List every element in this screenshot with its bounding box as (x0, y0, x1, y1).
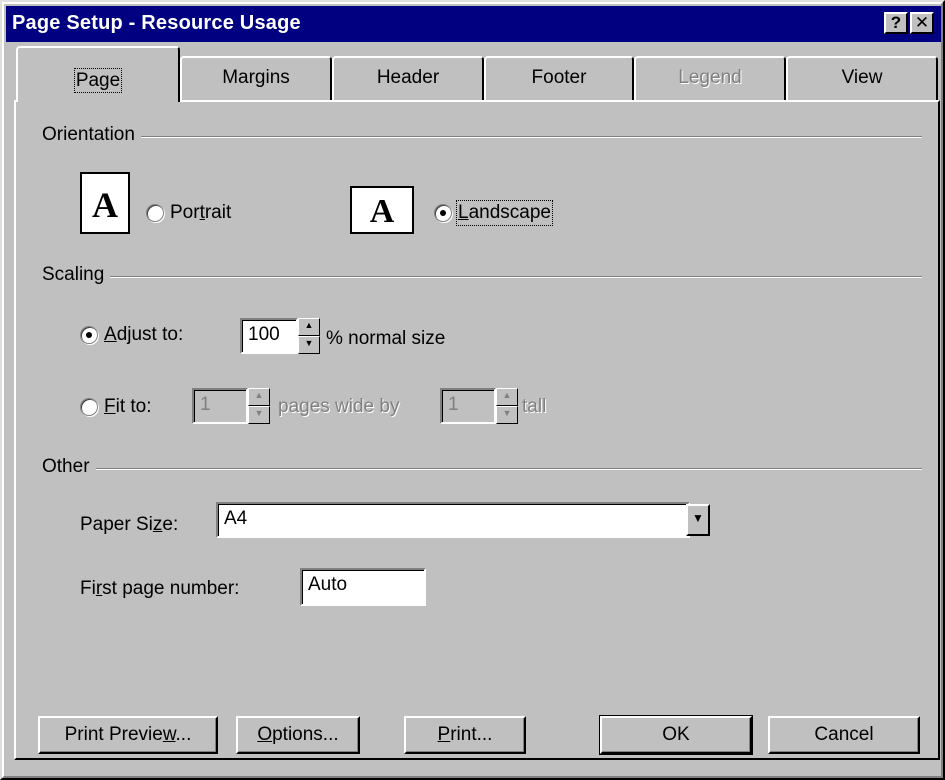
adjust-to-radio[interactable] (80, 326, 98, 344)
portrait-label-post: rait (204, 202, 232, 223)
first-page-label-pre: Fi (80, 578, 96, 599)
page-setup-dialog: Page Setup - Resource Usage ? ✕ Page Mar… (0, 0, 945, 780)
fit-label-accel: F (104, 396, 116, 417)
tab-footer[interactable]: Footer (484, 56, 634, 100)
spin-down-icon: ▼ (248, 406, 270, 424)
scaling-group-label: Scaling (42, 264, 111, 286)
ok-button[interactable]: OK (599, 715, 753, 755)
print-accel: P (437, 724, 451, 745)
first-page-label: First page number: (80, 578, 239, 600)
spin-up-icon[interactable]: ▲ (298, 318, 320, 336)
fit-wide-input: 1 (192, 388, 248, 424)
adjust-label-accel: A (104, 324, 117, 345)
portrait-icon-letter: A (92, 185, 118, 225)
adjust-to-label[interactable]: Adjust to: (104, 324, 183, 346)
adjust-percent-value: 100 (248, 324, 280, 345)
tab-legend: Legend (634, 56, 786, 100)
tab-legend-label: Legend (678, 67, 742, 88)
landscape-icon-letter: A (369, 193, 395, 230)
adjust-suffix: % normal size (326, 328, 446, 349)
options-post: ptions... (272, 724, 339, 745)
fit-middle-label: pages wide by (278, 396, 400, 417)
window-title: Page Setup - Resource Usage (12, 12, 301, 34)
orientation-divider (42, 136, 922, 138)
spin-down-icon: ▼ (496, 406, 518, 424)
landscape-label-accel: L (458, 202, 469, 223)
tab-header[interactable]: Header (332, 56, 484, 100)
first-page-input[interactable]: Auto (300, 568, 426, 606)
first-page-label-post: st page number: (102, 578, 240, 599)
tab-view-label: View (841, 67, 883, 88)
tab-margins[interactable]: Margins (180, 56, 332, 100)
page-tab-panel: Orientation A Portrait A Landscape Scali… (14, 100, 940, 760)
chevron-down-icon[interactable]: ▼ (686, 504, 710, 536)
options-accel: O (257, 724, 273, 745)
paper-label-post: e: (162, 514, 179, 535)
fit-wide-value: 1 (200, 394, 211, 415)
other-group-label: Other (42, 456, 96, 478)
close-button[interactable]: ✕ (910, 12, 934, 34)
print-button[interactable]: Print... (404, 716, 526, 754)
fit-wide-spinner: ▲ ▼ (248, 388, 270, 424)
portrait-radio[interactable] (146, 204, 164, 222)
spin-down-icon[interactable]: ▼ (298, 336, 320, 354)
help-button[interactable]: ? (884, 12, 908, 34)
scaling-divider (42, 276, 922, 278)
tab-margins-label: Margins (222, 67, 290, 88)
tab-view[interactable]: View (786, 56, 938, 100)
portrait-label-pre: Por (170, 202, 200, 223)
portrait-label[interactable]: Portrait (170, 202, 231, 224)
other-divider (42, 468, 922, 470)
spin-up-icon: ▲ (496, 388, 518, 406)
fit-to-label[interactable]: Fit to: (104, 396, 152, 418)
tab-page[interactable]: Page (16, 46, 180, 102)
portrait-page-icon: A (80, 172, 130, 234)
options-button[interactable]: Options... (236, 716, 360, 754)
print-preview-pre: Print Previe (64, 724, 163, 745)
title-bar[interactable]: Page Setup - Resource Usage ? ✕ (6, 6, 941, 42)
paper-size-select[interactable]: A4 (216, 502, 690, 538)
orientation-group-label: Orientation (42, 124, 141, 146)
help-icon: ? (890, 13, 902, 32)
cancel-button[interactable]: Cancel (768, 716, 920, 754)
print-preview-button[interactable]: Print Preview... (38, 716, 218, 754)
fit-label-post: it to: (115, 396, 152, 417)
cancel-label: Cancel (814, 724, 874, 745)
landscape-radio[interactable] (434, 204, 452, 222)
tab-footer-label: Footer (531, 67, 587, 88)
adjust-label-post: djust to: (116, 324, 184, 345)
spin-up-icon: ▲ (248, 388, 270, 406)
adjust-percent-input[interactable]: 100 (240, 318, 298, 354)
landscape-label-post: andscape (468, 202, 551, 223)
tab-page-label: Page (73, 68, 123, 93)
adjust-percent-spinner[interactable]: ▲ ▼ (298, 318, 320, 354)
first-page-value: Auto (308, 574, 348, 595)
landscape-label[interactable]: Landscape (456, 200, 553, 226)
fit-suffix: tall (522, 396, 547, 417)
fit-tall-spinner: ▲ ▼ (496, 388, 518, 424)
paper-size-value: A4 (224, 508, 248, 529)
close-icon: ✕ (914, 13, 930, 32)
paper-size-label: Paper Size: (80, 514, 178, 536)
fit-tall-input: 1 (440, 388, 496, 424)
paper-label-pre: Paper Si (80, 514, 153, 535)
fit-tall-value: 1 (448, 394, 459, 415)
fit-to-radio[interactable] (80, 398, 98, 416)
landscape-page-icon: A (350, 186, 414, 234)
ok-label: OK (662, 724, 690, 745)
tab-header-label: Header (376, 67, 440, 88)
print-post: rint... (450, 724, 493, 745)
print-preview-post: ... (175, 724, 192, 745)
print-preview-accel: w (162, 724, 176, 745)
paper-label-accel: z (152, 514, 163, 535)
